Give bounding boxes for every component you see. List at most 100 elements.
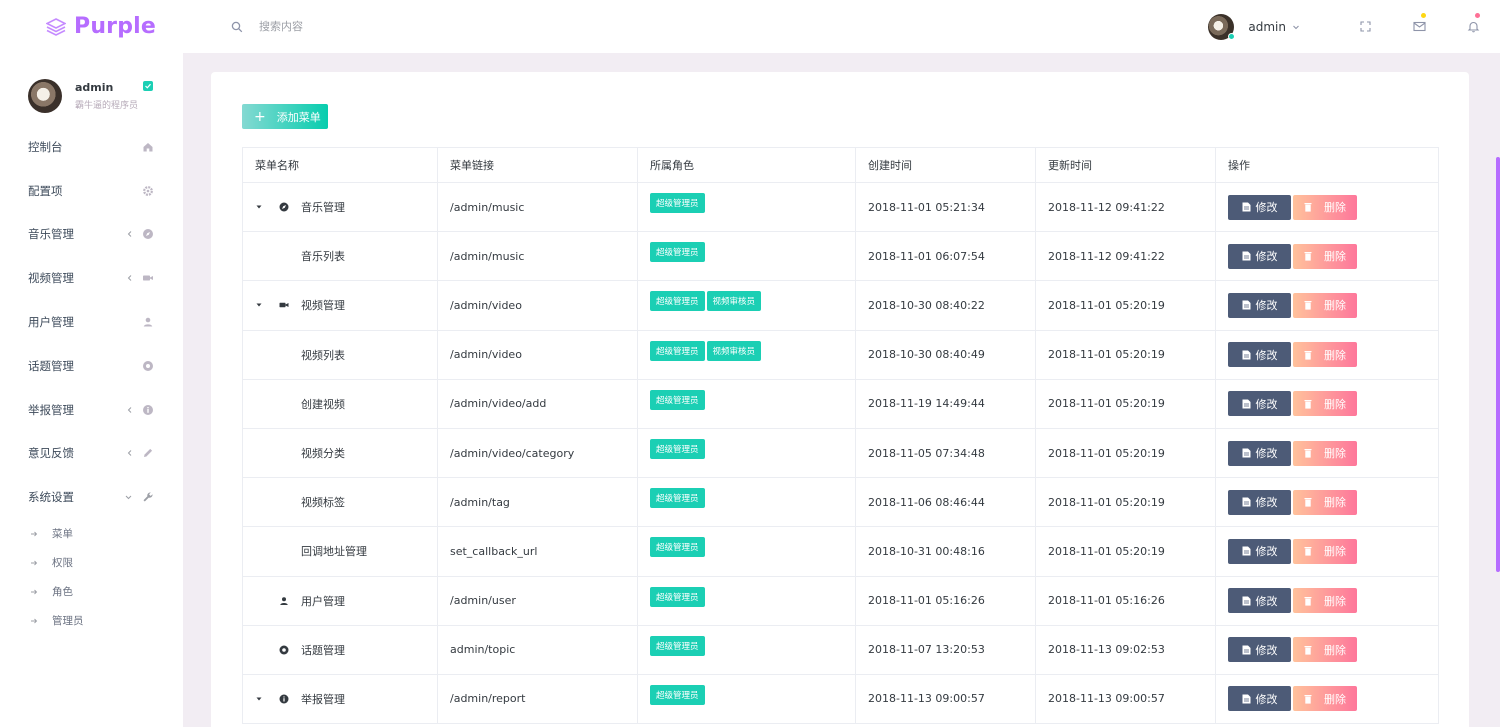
name-column: 用户管理 [242,575,438,626]
name-column: 视频管理 [242,280,438,331]
sidebar-item-music[interactable]: 音乐管理 [0,213,183,257]
edit-icon [1242,596,1256,606]
brand-logo[interactable]: Purple [0,0,183,53]
chevron-left-icon [127,231,132,238]
column-header: 菜单名称 [242,147,438,183]
bell-icon [1467,21,1479,33]
delete-button[interactable]: 删除 [1293,686,1357,712]
edit-button[interactable]: 修改 [1228,292,1291,318]
edit-button[interactable]: 修改 [1228,342,1291,368]
expand-caret-icon[interactable] [256,204,270,210]
expand-caret-icon[interactable] [256,302,270,308]
updated-time: 2018-11-12 09:41:22 [1035,181,1216,233]
delete-button[interactable]: 删除 [1293,489,1357,515]
edit-icon [1242,350,1256,360]
menu-name: 音乐列表 [301,250,345,264]
submenu-item-admins[interactable]: 管理员 [0,606,183,635]
messages-button[interactable] [1392,0,1446,53]
submenu-item-permissions[interactable]: 权限 [0,548,183,577]
edit-button[interactable]: 修改 [1228,637,1291,663]
sidebar-item-system-settings[interactable]: 系统设置 [0,475,183,519]
submenu-item-menu[interactable]: 菜单 [0,519,183,548]
page-scrollbar[interactable] [1496,53,1500,727]
edit-button[interactable]: 修改 [1228,588,1291,614]
edit-label: 修改 [1255,299,1278,313]
fullscreen-icon [1359,21,1371,32]
wrench-icon [141,491,154,504]
created-time: 2018-11-13 09:00:57 [855,673,1036,725]
trash-icon [1304,300,1324,311]
menu-link: /admin/user [437,575,638,626]
submenu-item-roles[interactable]: 角色 [0,577,183,606]
column-header: 操作 [1215,147,1439,183]
search-input[interactable] [259,20,459,33]
chevron-left-icon [127,450,132,457]
actions-column: 修改 删除 [1215,181,1439,233]
name-column: 视频分类 [242,427,438,479]
menu-link: /admin/report [437,673,638,725]
edit-button[interactable]: 修改 [1228,489,1291,515]
table-row: 音乐列表/admin/music 超级管理员 2018-11-01 06:07:54… [242,231,1439,282]
expand-caret-icon[interactable] [256,696,270,702]
delete-button[interactable]: 删除 [1293,637,1357,663]
scrollbar-thumb[interactable] [1496,157,1500,572]
delete-label: 删除 [1324,447,1346,461]
fullscreen-button[interactable] [1338,0,1392,53]
delete-button[interactable]: 删除 [1293,391,1357,417]
sidebar-item-label: 控制台 [28,139,63,154]
chevron-down-icon [125,495,132,500]
created-time: 2018-11-06 08:46:44 [855,477,1036,528]
table-row: 话题管理 admin/topic 超级管理员 2018-11-07 13:20:53 2… [242,624,1439,675]
created-time: 2018-11-07 13:20:53 [855,624,1036,675]
delete-button[interactable]: 删除 [1293,342,1357,368]
delete-button[interactable]: 删除 [1293,292,1357,318]
delete-button[interactable]: 删除 [1293,538,1357,564]
add-menu-button[interactable]: + 添加菜单 [242,104,328,129]
name-column: 音乐管理 [242,181,438,233]
name-column: 话题管理 [242,624,438,675]
table-row: 用户管理/admin/user 超级管理员 2018-11-01 05:16:26 2… [242,575,1439,626]
sidebar-item-video[interactable]: 视频管理 [0,256,183,300]
edit-button[interactable]: 修改 [1228,194,1291,220]
delete-label: 删除 [1324,545,1346,559]
sidebar-item-feedback[interactable]: 意见反馈 [0,432,183,476]
user-dropdown[interactable]: admin [1208,13,1300,40]
edit-button[interactable]: 修改 [1228,243,1291,269]
sidebar-profile[interactable]: admin 霸牛逼的程序员 [0,53,183,123]
sidebar-item-dashboard[interactable]: 控制台 [0,125,183,169]
edit-icon [1242,202,1256,212]
delete-label: 删除 [1324,692,1346,706]
delete-button[interactable]: 删除 [1293,194,1357,220]
notifications-button[interactable] [1446,0,1500,53]
delete-button[interactable]: 删除 [1293,588,1357,614]
edit-button[interactable]: 修改 [1228,391,1291,417]
menu-name-cell: 用户管理 [255,593,437,609]
created-time: 2018-10-30 08:40:22 [855,280,1036,331]
edit-button[interactable]: 修改 [1228,440,1291,466]
delete-button[interactable]: 删除 [1293,243,1357,269]
sidebar: admin 霸牛逼的程序员 控制台 配置项 音乐管理 视频管理 用户管理 话题管… [0,53,183,727]
mail-badge [1421,13,1426,18]
trash-icon [1304,350,1324,360]
menu-name-cell: 视频分类 [255,445,437,461]
sidebar-item-users[interactable]: 用户管理 [0,300,183,344]
video-icon [141,272,154,285]
edit-button[interactable]: 修改 [1228,686,1291,712]
table-row: 视频列表/admin/video 超级管理员 视频审核员 2018-10-30 08:… [242,329,1439,380]
role-badge: 超级管理员 [650,537,705,558]
roles-column: 超级管理员 [637,526,856,577]
home-icon [141,140,154,153]
sidebar-item-reports[interactable]: 举报管理 [0,388,183,432]
menu-link: /admin/music [437,181,638,233]
trash-icon [1304,645,1324,655]
plus-icon: + [254,108,266,125]
edit-button[interactable]: 修改 [1228,538,1291,564]
delete-button[interactable]: 删除 [1293,440,1357,466]
nav-username: admin [1248,19,1286,34]
search-bar [231,20,459,33]
menu-name: 用户管理 [301,594,345,608]
name-column: 举报管理 [242,673,438,725]
sidebar-item-config[interactable]: 配置项 [0,169,183,213]
menu-name-cell: 回调地址管理 [255,543,437,559]
sidebar-item-topics[interactable]: 话题管理 [0,344,183,388]
